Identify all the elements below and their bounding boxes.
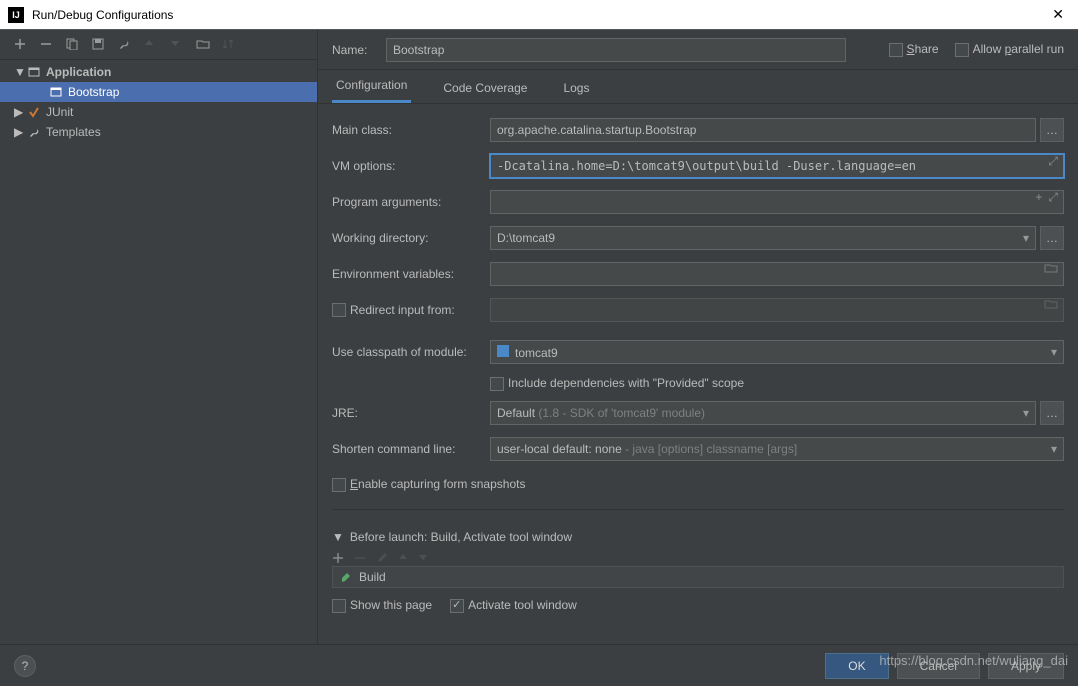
share-checkbox[interactable]: SSharehare bbox=[889, 42, 939, 57]
classpath-select[interactable]: tomcat9▾ bbox=[490, 340, 1064, 364]
before-launch-title: Before launch: Build, Activate tool wind… bbox=[350, 530, 572, 544]
before-launch-item-label: Build bbox=[359, 570, 386, 584]
tab-configuration[interactable]: Configuration bbox=[332, 70, 411, 103]
junit-icon bbox=[28, 106, 42, 118]
jre-label: JRE: bbox=[332, 406, 490, 420]
name-row: Name: SSharehare Allow parallel run bbox=[318, 30, 1078, 70]
show-page-checkbox[interactable]: Show this page bbox=[332, 598, 432, 613]
tabs: Configuration Code Coverage Logs bbox=[318, 70, 1078, 104]
tree-node-application[interactable]: ▼ Application bbox=[0, 62, 317, 82]
collapse-icon[interactable]: ▼ bbox=[332, 530, 344, 544]
add-icon[interactable] bbox=[332, 552, 344, 564]
expand-icon[interactable]: ⤢ bbox=[1048, 190, 1058, 205]
include-provided-checkbox[interactable]: Include dependencies with "Provided" sco… bbox=[490, 376, 744, 391]
tree-label: Templates bbox=[46, 125, 101, 139]
program-args-input[interactable] bbox=[490, 190, 1064, 214]
config-form: Main class: org.apache.catalina.startup.… bbox=[318, 104, 1078, 526]
name-input[interactable] bbox=[386, 38, 846, 62]
before-launch-panel: ▼ Before launch: Build, Activate tool wi… bbox=[318, 526, 1078, 617]
expand-icon[interactable]: ⤢ bbox=[1048, 154, 1058, 169]
sidebar-toolbar bbox=[0, 30, 317, 60]
titlebar: IJ Run/Debug Configurations ✕ bbox=[0, 0, 1078, 30]
working-dir-label: Working directory: bbox=[332, 231, 490, 245]
tree-node-bootstrap[interactable]: Bootstrap bbox=[0, 82, 317, 102]
chevron-down-icon[interactable]: ▾ bbox=[1051, 442, 1057, 456]
redirect-label: Redirect input from: bbox=[332, 303, 490, 318]
activate-checkbox[interactable]: Activate tool window bbox=[450, 598, 577, 613]
before-launch-item[interactable]: Build bbox=[332, 566, 1064, 588]
expand-icon[interactable]: ▼ bbox=[14, 65, 24, 79]
folder-icon bbox=[1044, 298, 1058, 309]
browse-button[interactable]: … bbox=[1040, 226, 1064, 250]
content-panel: Name: SSharehare Allow parallel run Conf… bbox=[318, 30, 1078, 644]
application-icon bbox=[28, 66, 42, 78]
add-icon[interactable]: + bbox=[1035, 190, 1042, 205]
folder-icon[interactable] bbox=[1044, 262, 1058, 273]
main-class-label: Main class: bbox=[332, 123, 490, 137]
tree-label: Bootstrap bbox=[68, 85, 119, 99]
before-launch-toolbar bbox=[332, 548, 1064, 566]
window-title: Run/Debug Configurations bbox=[32, 8, 1046, 22]
tab-logs[interactable]: Logs bbox=[559, 73, 593, 103]
wrench-icon[interactable] bbox=[118, 38, 132, 52]
shorten-label: Shorten command line: bbox=[332, 442, 490, 456]
env-vars-input[interactable] bbox=[490, 262, 1064, 286]
config-tree: ▼ Application Bootstrap ▶ JUnit ▶ Templa… bbox=[0, 60, 317, 644]
browse-button[interactable]: … bbox=[1040, 118, 1064, 142]
jre-select[interactable]: Default (1.8 - SDK of 'tomcat9' module)▾ bbox=[490, 401, 1036, 425]
snapshots-checkbox[interactable]: Enable capturing form snapshots bbox=[332, 477, 525, 492]
application-icon bbox=[50, 86, 64, 98]
program-args-label: Program arguments: bbox=[332, 195, 490, 209]
module-icon bbox=[497, 345, 509, 357]
build-icon bbox=[339, 570, 353, 584]
tree-label: Application bbox=[46, 65, 111, 79]
apply-button[interactable]: Apply bbox=[988, 653, 1064, 679]
working-dir-input[interactable]: D:\tomcat9▾ bbox=[490, 226, 1036, 250]
before-launch-header[interactable]: ▼ Before launch: Build, Activate tool wi… bbox=[332, 526, 1064, 548]
browse-button[interactable]: … bbox=[1040, 401, 1064, 425]
down-icon bbox=[170, 38, 184, 52]
up-icon bbox=[144, 38, 158, 52]
remove-icon bbox=[354, 552, 366, 564]
save-icon[interactable] bbox=[92, 38, 106, 52]
tree-node-templates[interactable]: ▶ Templates bbox=[0, 122, 317, 142]
tab-code-coverage[interactable]: Code Coverage bbox=[439, 73, 531, 103]
vm-options-label: VM options: bbox=[332, 159, 490, 173]
ok-button[interactable]: OK bbox=[825, 653, 888, 679]
footer: ? OK Cancel Apply bbox=[0, 644, 1078, 686]
remove-icon[interactable] bbox=[40, 38, 54, 52]
tree-node-junit[interactable]: ▶ JUnit bbox=[0, 102, 317, 122]
chevron-down-icon[interactable]: ▾ bbox=[1023, 231, 1029, 245]
cancel-button[interactable]: Cancel bbox=[897, 653, 980, 679]
sort-icon bbox=[222, 38, 236, 52]
expand-icon[interactable]: ▶ bbox=[14, 105, 24, 119]
name-label: Name: bbox=[332, 43, 376, 57]
redirect-checkbox[interactable]: Redirect input from: bbox=[332, 303, 455, 317]
wrench-icon bbox=[28, 126, 42, 138]
app-icon: IJ bbox=[8, 7, 24, 23]
main-class-input[interactable]: org.apache.catalina.startup.Bootstrap bbox=[490, 118, 1036, 142]
expand-icon[interactable]: ▶ bbox=[14, 125, 24, 139]
add-icon[interactable] bbox=[14, 38, 28, 52]
folder-icon[interactable] bbox=[196, 38, 210, 52]
chevron-down-icon[interactable]: ▾ bbox=[1023, 406, 1029, 420]
help-button[interactable]: ? bbox=[14, 655, 36, 677]
vm-options-input[interactable]: -Dcatalina.home=D:\tomcat9\output\build … bbox=[490, 154, 1064, 178]
copy-icon[interactable] bbox=[66, 38, 80, 52]
redirect-input bbox=[490, 298, 1064, 322]
down-icon bbox=[418, 552, 428, 564]
classpath-label: Use classpath of module: bbox=[332, 345, 490, 359]
close-icon[interactable]: ✕ bbox=[1046, 6, 1070, 23]
sidebar: ▼ Application Bootstrap ▶ JUnit ▶ Templa… bbox=[0, 30, 318, 644]
up-icon bbox=[398, 552, 408, 564]
chevron-down-icon[interactable]: ▾ bbox=[1051, 345, 1057, 359]
divider bbox=[332, 509, 1064, 510]
tree-label: JUnit bbox=[46, 105, 73, 119]
edit-icon bbox=[376, 552, 388, 564]
env-vars-label: Environment variables: bbox=[332, 267, 490, 281]
shorten-select[interactable]: user-local default: none - java [options… bbox=[490, 437, 1064, 461]
parallel-checkbox[interactable]: Allow parallel run bbox=[955, 42, 1064, 57]
